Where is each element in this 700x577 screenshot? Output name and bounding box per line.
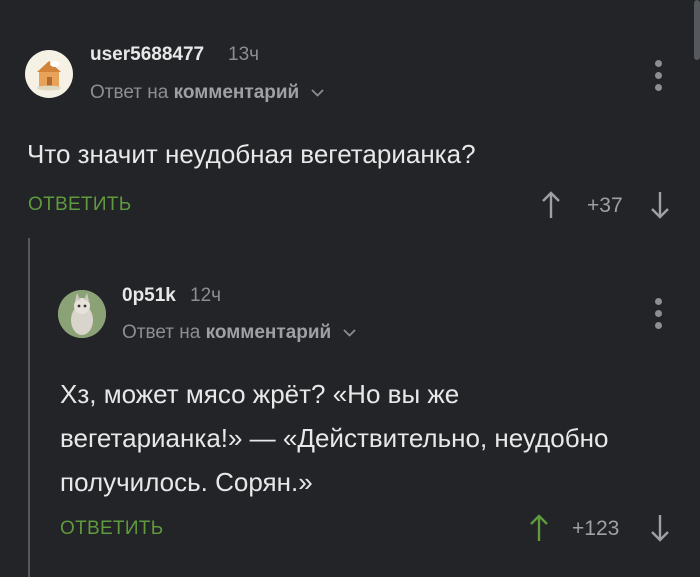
chevron-down-icon (310, 89, 324, 97)
more-menu-icon[interactable] (655, 60, 663, 96)
downvote-icon[interactable] (649, 513, 671, 543)
rating-value: +123 (572, 517, 620, 540)
username[interactable]: user5688477 (90, 44, 204, 66)
reply-prefix: Ответ на (90, 82, 169, 103)
scrollbar[interactable] (694, 0, 700, 60)
reply-button[interactable]: ОТВЕТИТЬ (28, 194, 131, 216)
reply-target: комментарий (205, 322, 332, 343)
comment-text-line: Хз, может мясо жрёт? «Но вы же (60, 379, 460, 409)
timestamp: 13ч (228, 44, 260, 65)
username[interactable]: 0p51k (122, 285, 176, 307)
reply-target: комментарий (173, 82, 300, 103)
comment-text-line: вегетарианка!» — «Действительно, неудобн… (60, 423, 609, 453)
avatar[interactable] (25, 50, 73, 98)
more-menu-icon[interactable] (655, 298, 663, 334)
rating-value: +37 (587, 194, 623, 217)
upvote-icon[interactable] (528, 513, 550, 543)
reply-button[interactable]: ОТВЕТИТЬ (60, 518, 163, 540)
chevron-down-icon (342, 329, 356, 337)
downvote-icon[interactable] (649, 190, 671, 220)
upvote-icon[interactable] (540, 190, 562, 220)
timestamp: 12ч (190, 285, 222, 306)
comment-text: Хз, может мясо жрёт? «Но вы же вегетариа… (60, 372, 608, 504)
comment-text-line: получилось. Сорян.» (60, 467, 313, 497)
reply-prefix: Ответ на (122, 322, 201, 343)
thread-line[interactable] (28, 238, 30, 577)
comment-text: Что значит неудобная вегетарианка? (27, 139, 476, 169)
avatar[interactable] (58, 290, 106, 338)
reply-to-link[interactable]: Ответ на комментарий (122, 322, 356, 344)
reply-to-link[interactable]: Ответ на комментарий (90, 82, 324, 104)
